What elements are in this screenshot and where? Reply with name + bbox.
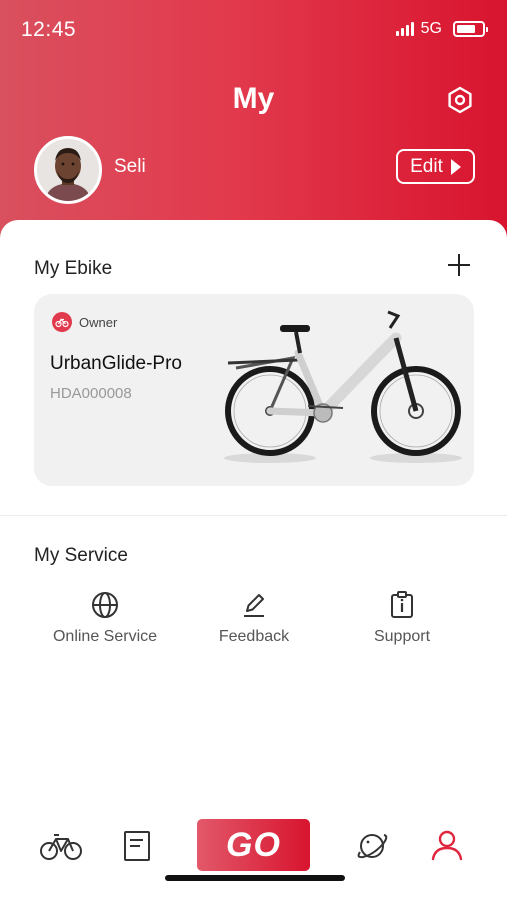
bike-owner-icon: [52, 312, 72, 332]
page-title: My: [232, 82, 275, 115]
network-label: 5G: [420, 20, 442, 37]
avatar-image: [37, 139, 99, 201]
edit-profile-button[interactable]: Edit: [396, 149, 475, 184]
support-button[interactable]: Support: [327, 590, 477, 646]
feedback-label: Feedback: [218, 628, 290, 645]
avatar[interactable]: [34, 136, 102, 204]
ebike-image: [224, 310, 462, 463]
section-divider: [0, 515, 507, 516]
status-bar: 12:45 5G: [0, 0, 507, 60]
bike-serial: HDA000008: [50, 385, 132, 402]
globe-icon: [92, 592, 118, 618]
document-icon[interactable]: [122, 830, 152, 862]
owner-badge: Owner: [52, 312, 117, 332]
support-label: Support: [373, 628, 431, 645]
profile-icon[interactable]: [430, 828, 464, 862]
battery-icon: [453, 21, 488, 37]
status-time: 12:45: [21, 18, 77, 41]
bottom-nav: GO: [0, 810, 507, 900]
ebike-card[interactable]: Owner UrbanGlide-Pro HDA000008: [34, 294, 474, 486]
online-service-label: Online Service: [52, 628, 158, 645]
feedback-button[interactable]: Feedback: [179, 590, 329, 646]
bike-name: UrbanGlide-Pro: [50, 353, 182, 374]
signal-icon: [395, 22, 414, 36]
bike-icon[interactable]: [40, 830, 82, 862]
owner-label: Owner: [79, 314, 118, 330]
my-service-title: My Service: [34, 545, 128, 566]
go-button[interactable]: GO: [197, 819, 310, 871]
user-name: Seli: [114, 156, 146, 177]
status-indicators: 5G: [395, 20, 488, 38]
edit-button-label: Edit: [410, 155, 443, 177]
clipboard-info-icon: [391, 591, 413, 618]
planet-icon[interactable]: [355, 830, 389, 862]
main-content: My Ebike Owner UrbanGlide-Pro HDA000008: [0, 220, 507, 900]
my-ebike-title: My Ebike: [34, 258, 113, 279]
pen-icon: [244, 594, 264, 617]
online-service-button[interactable]: Online Service: [30, 590, 180, 646]
plus-icon[interactable]: [448, 254, 470, 276]
home-indicator: [165, 875, 345, 881]
play-arrow-icon: [450, 158, 461, 175]
settings-hexagon-icon[interactable]: [446, 86, 474, 114]
